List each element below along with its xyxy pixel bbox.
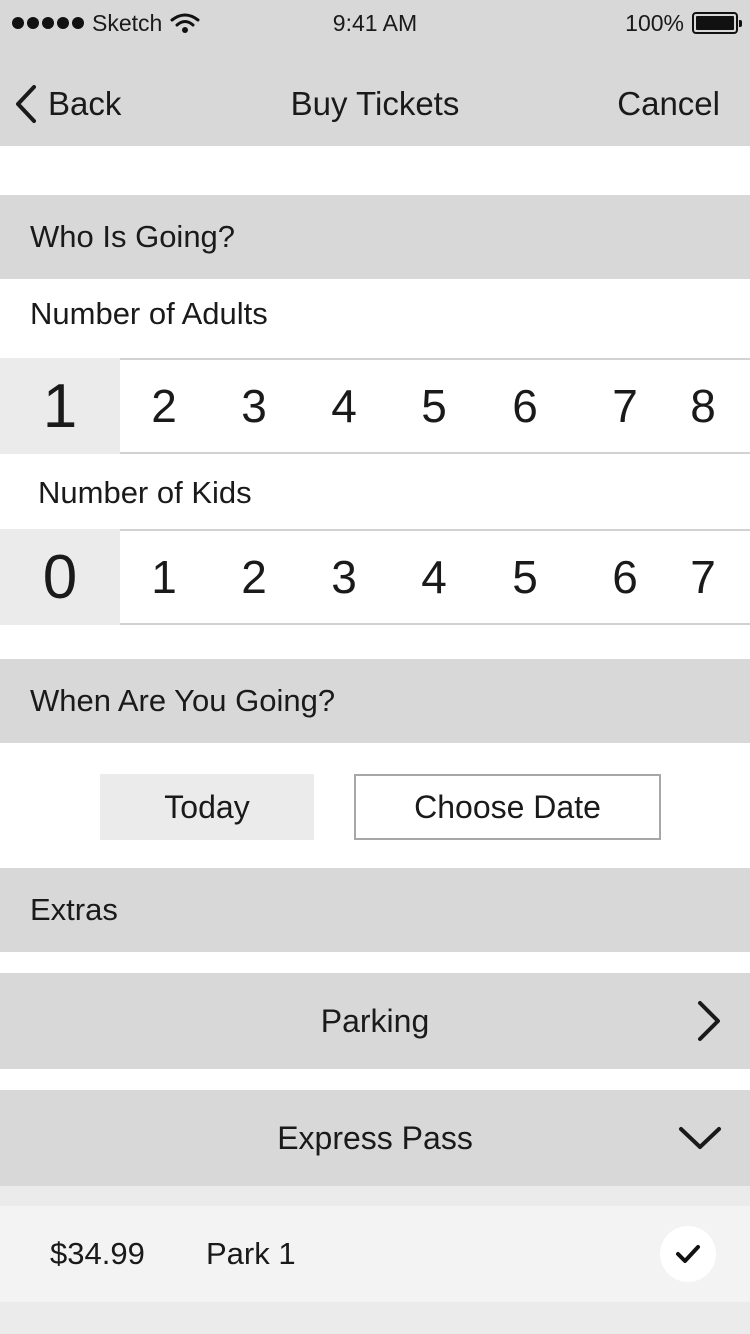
kids-option[interactable]: 1 (134, 529, 194, 625)
adults-label: Number of Adults (30, 296, 268, 331)
adults-option[interactable]: 3 (224, 358, 284, 454)
adults-option[interactable]: 5 (404, 358, 464, 454)
checkmark-icon[interactable] (660, 1226, 716, 1282)
kids-selected[interactable]: 0 (0, 529, 120, 625)
kids-option[interactable]: 4 (404, 529, 464, 625)
chevron-down-icon (678, 1090, 722, 1186)
adults-option[interactable]: 2 (134, 358, 194, 454)
adults-option[interactable]: 7 (595, 358, 655, 454)
choose-date-button[interactable]: Choose Date (354, 774, 661, 840)
kids-option[interactable]: 7 (673, 529, 733, 625)
kids-option[interactable]: 6 (595, 529, 655, 625)
cancel-button[interactable]: Cancel (617, 80, 720, 128)
kids-label: Number of Kids (38, 475, 252, 510)
section-header-when: When Are You Going? (0, 659, 750, 743)
kids-option[interactable]: 5 (495, 529, 555, 625)
battery-percent: 100% (625, 9, 684, 36)
parking-label: Parking (320, 1002, 430, 1039)
adults-option[interactable]: 8 (673, 358, 733, 454)
pass-name: Park 1 (206, 1236, 296, 1271)
section-header-who: Who Is Going? (0, 195, 750, 279)
kids-option[interactable]: 2 (224, 529, 284, 625)
kids-picker: 0 1 2 3 4 5 6 7 (0, 529, 750, 625)
pass-price: $34.99 (50, 1236, 145, 1271)
adults-picker: 1 2 3 4 5 6 7 8 (0, 358, 750, 454)
adults-selected[interactable]: 1 (0, 358, 120, 454)
status-battery: 100% (625, 8, 742, 38)
section-header-extras: Extras (0, 868, 750, 952)
adults-option[interactable]: 4 (314, 358, 374, 454)
chevron-right-icon (696, 973, 722, 1069)
express-pass-row[interactable]: Express Pass (0, 1090, 750, 1186)
kids-option[interactable]: 3 (314, 529, 374, 625)
parking-row[interactable]: Parking (0, 973, 750, 1069)
adults-option[interactable]: 6 (495, 358, 555, 454)
battery-icon (692, 12, 742, 34)
express-pass-label: Express Pass (277, 1119, 473, 1156)
express-pass-item[interactable]: $34.99 Park 1 (0, 1206, 750, 1302)
today-button[interactable]: Today (100, 774, 314, 840)
